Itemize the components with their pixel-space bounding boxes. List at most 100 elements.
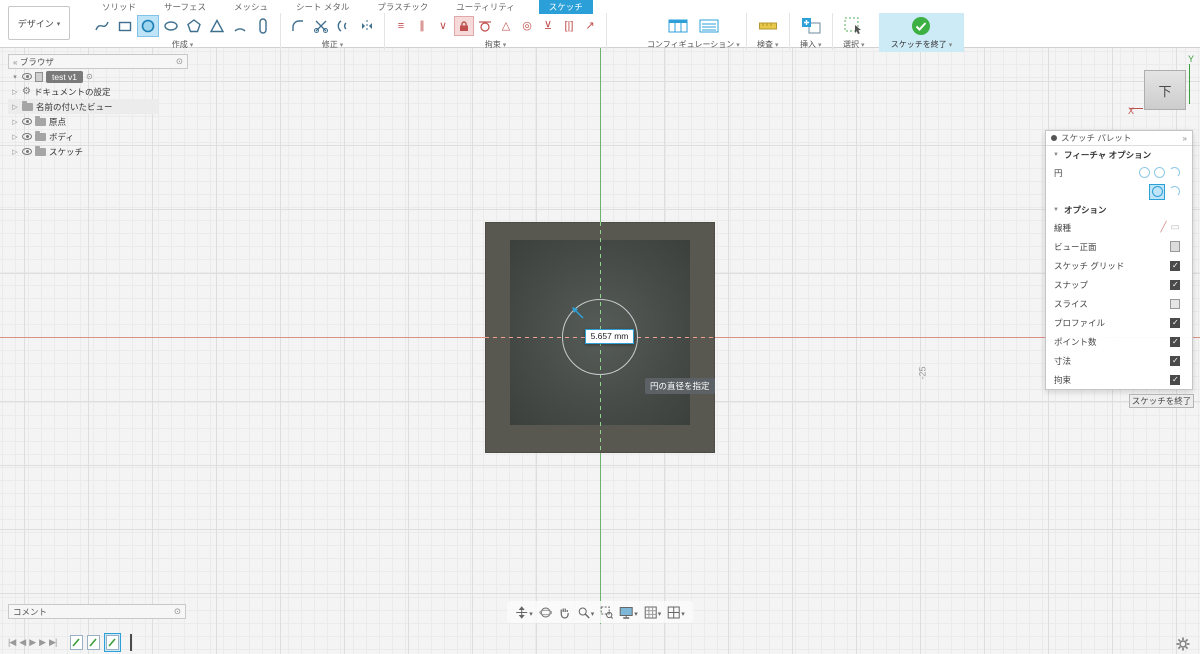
document-name[interactable]: test v1 [46,70,84,83]
constraints-checkbox[interactable] [1170,374,1180,385]
tab-surface[interactable]: サーフェス [160,0,210,14]
equal-constraint-icon[interactable]: △ [496,16,516,36]
coincident-constraint-icon[interactable]: ∨ [433,16,453,36]
browser-options-icon[interactable]: ⊙ [176,56,183,67]
tab-sketch[interactable]: スケッチ [538,0,593,14]
tangent-circle-mode-icon[interactable] [1169,186,1180,197]
concentric-constraint-icon[interactable]: ◎ [517,16,537,36]
dimensions-checkbox[interactable] [1170,355,1180,366]
go-to-end-button[interactable]: ▶| [49,637,57,648]
palette-finish-sketch-button[interactable]: スケッチを終了 [1129,394,1194,408]
line-tool-icon[interactable] [91,15,113,37]
collapse-arrow-icon[interactable]: ▷ [11,103,19,111]
tangent-constraint-icon[interactable] [475,16,495,36]
tree-item-bodies[interactable]: ▷ ボディ [8,129,188,144]
mirror-tool-icon[interactable] [356,15,378,37]
visibility-eye-icon[interactable] [22,133,32,140]
horizontal-vertical-constraint-icon[interactable]: ≡ [391,16,411,36]
viewports-icon[interactable] [667,603,685,621]
drag-arrow-icon[interactable] [571,306,586,321]
dimension-input[interactable]: 5.657 mm [585,329,634,344]
play-button[interactable]: ▶ [29,637,36,648]
step-forward-button[interactable]: ▶ [39,637,46,648]
insert-dropdown[interactable]: 挿入 [800,39,821,50]
visibility-eye-icon[interactable] [22,148,32,155]
circle-tool-icon[interactable] [137,14,159,37]
display-settings-icon[interactable] [619,603,638,621]
timeline-sketch-feature-1[interactable] [70,635,84,650]
curvature-constraint-icon[interactable]: ↗ [580,16,600,36]
tree-item-document-settings[interactable]: ▷ ⚙ ドキュメントの設定 [8,84,188,99]
select-dropdown[interactable]: 選択 [843,39,864,50]
trim-tool-icon[interactable] [310,15,332,37]
comments-options-icon[interactable]: ⊙ [174,606,181,617]
timeline-active-feature[interactable] [104,633,122,652]
document-menu-icon[interactable]: ⊙ [86,72,93,81]
grid-settings-icon[interactable] [644,603,662,621]
three-point-circle-mode-icon[interactable] [1169,167,1180,178]
options-section[interactable]: ▼ オプション [1046,201,1192,218]
collapse-arrow-icon[interactable]: ▷ [11,148,19,156]
fix-lock-constraint-icon[interactable] [454,15,474,36]
visibility-eye-icon[interactable] [22,73,32,80]
look-at-icon[interactable] [1170,241,1180,252]
go-to-start-button[interactable]: |◀ [8,637,16,648]
create-dropdown[interactable]: 作成 [172,39,193,50]
rectangle-tool-icon[interactable] [114,15,136,37]
tree-item-named-views[interactable]: ▷ 名前の付いたビュー [8,99,158,114]
zoom-icon[interactable] [577,603,595,621]
view-cube-face[interactable]: 下 [1144,70,1186,110]
tab-utilities[interactable]: ユーティリティ [452,0,518,14]
snap-checkbox[interactable] [1170,279,1180,290]
feature-options-section[interactable]: ▼ フィーチャ オプション [1046,146,1192,163]
collapse-icon[interactable]: « [13,58,17,67]
slot-tool-icon[interactable] [252,15,274,37]
collapse-arrow-icon[interactable]: ▷ [11,118,19,126]
measure-ruler-icon[interactable] [753,14,783,38]
collapse-arrow-icon[interactable]: ▷ [11,88,19,96]
timeline-sketch-feature-2[interactable] [87,635,101,650]
finish-sketch-button[interactable]: スケッチを終了 [878,13,965,52]
palette-collapse-icon[interactable]: » [1183,134,1187,143]
fillet-tool-icon[interactable] [287,15,309,37]
polygon-tool-icon[interactable] [183,15,205,37]
select-cursor-icon[interactable] [839,14,869,38]
pan-hand-icon[interactable] [558,606,571,619]
modify-dropdown[interactable]: 修正 [322,39,343,50]
profile-checkbox[interactable] [1170,317,1180,328]
constraints-dropdown[interactable]: 拘束 [485,39,506,50]
view-cube[interactable]: 下 Y X [1128,54,1194,118]
ellipse-tool-icon[interactable] [160,15,182,37]
insert-icon[interactable] [796,14,826,38]
two-point-circle-mode-icon[interactable] [1154,167,1165,178]
centerline-icon[interactable]: ▭ [1171,222,1180,233]
midpoint-constraint-icon[interactable]: ⊻ [538,16,558,36]
center-circle-mode-icon[interactable] [1139,167,1150,178]
tree-item-sketches[interactable]: ▷ スケッチ [8,144,188,159]
arc-tool-icon[interactable] [229,15,251,37]
pan-icon[interactable] [515,603,533,621]
parallel-constraint-icon[interactable]: ∥ [412,16,432,36]
configuration-dropdown[interactable]: コンフィギュレーション [647,39,740,50]
construction-line-icon[interactable]: ╱ [1161,222,1167,233]
configure-table-icon[interactable] [663,14,693,38]
expand-arrow-icon[interactable]: ▾ [11,73,19,81]
orbit-icon[interactable] [538,606,552,619]
tree-item-document[interactable]: ▾ test v1 ⊙ [8,69,188,84]
step-back-button[interactable]: ◀ [19,637,26,648]
tab-mesh[interactable]: メッシュ [230,0,272,14]
tree-item-origin[interactable]: ▷ 原点 [8,114,188,129]
triangle-tool-icon[interactable] [206,15,228,37]
points-checkbox[interactable] [1170,336,1180,347]
symmetry-constraint-icon[interactable]: [|] [559,16,579,36]
settings-gear-button[interactable] [1176,637,1190,654]
tab-plastic[interactable]: プラスチック [373,0,432,14]
tab-solid[interactable]: ソリッド [98,0,140,14]
zoom-window-icon[interactable] [600,606,614,619]
timeline-position-marker[interactable] [130,634,133,651]
offset-tool-icon[interactable] [333,15,355,37]
slice-checkbox[interactable] [1170,298,1180,309]
collapse-arrow-icon[interactable]: ▷ [11,133,19,141]
sketch-grid-checkbox[interactable] [1170,260,1180,271]
tab-sheetmetal[interactable]: シート メタル [292,0,353,14]
